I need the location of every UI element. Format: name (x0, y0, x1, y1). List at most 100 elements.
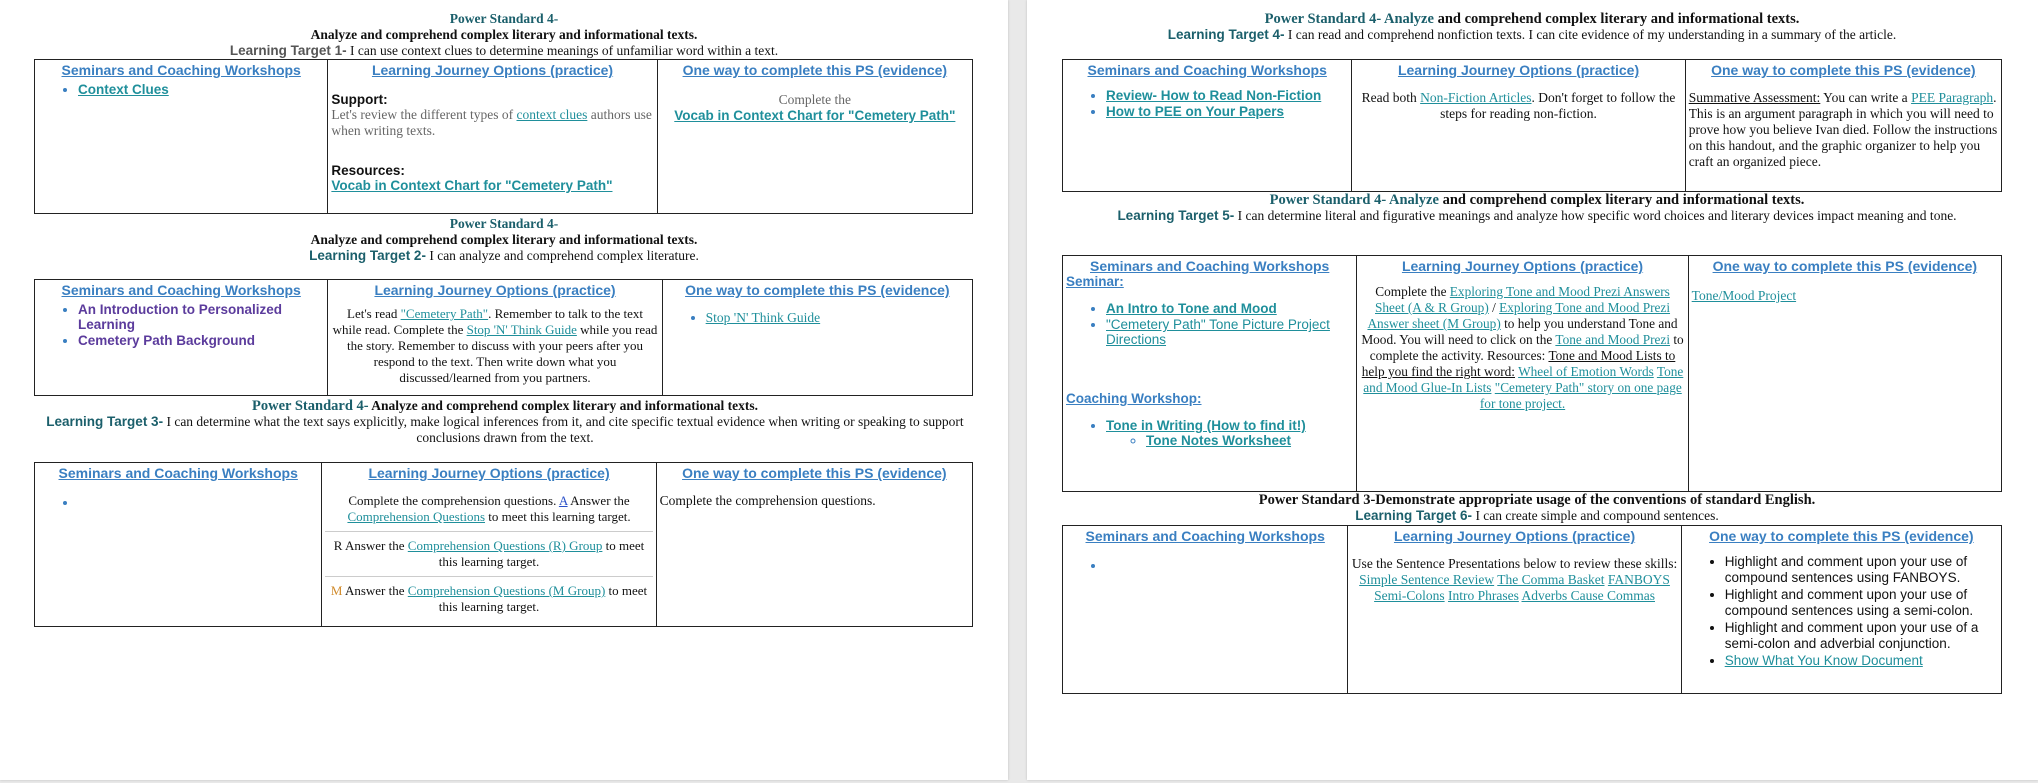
learning-target-label: Learning Target 6- (1355, 508, 1473, 523)
journey-header: Learning Journey Options (practice) (371, 62, 614, 78)
evidence-item: Highlight and comment upon your use of c… (1725, 554, 1998, 586)
seminars-header: Seminars and Coaching Workshops (1087, 62, 1327, 78)
stop-n-think-link[interactable]: Stop 'N' Think Guide (467, 322, 577, 337)
intro-phrases-link[interactable]: Intro Phrases (1448, 588, 1519, 603)
support-label: Support: (331, 92, 388, 107)
fanboys-link[interactable]: FANBOYS (1608, 572, 1670, 587)
empty-bullet (1106, 558, 1344, 574)
pee-paragraph-link[interactable]: PEE Paragraph (1911, 90, 1993, 105)
evidence-header: One way to complete this PS (evidence) (1709, 528, 1974, 544)
section4-heading: Power Standard 4- Analyze and comprehend… (1037, 11, 2027, 43)
wheel-of-emotion-link[interactable]: Wheel of Emotion Words (1518, 364, 1654, 379)
evidence-text: Complete the comprehension questions. (659, 493, 876, 508)
learning-target-text: I can read and comprehend nonfiction tex… (1284, 27, 1897, 42)
vocab-chart-link[interactable]: Vocab in Context Chart for "Cemetery Pat… (331, 178, 653, 193)
journey-header: Learning Journey Options (practice) (1393, 528, 1636, 544)
seminars-header: Seminars and Coaching Workshops (58, 465, 298, 481)
learning-target-label: Learning Target 2- (309, 248, 426, 263)
tone-mood-prezi-link[interactable]: Tone and Mood Prezi (1555, 332, 1670, 347)
context-clues-link-2[interactable]: context clues (517, 107, 588, 122)
comprehension-questions-link[interactable]: Comprehension Questions (347, 509, 485, 524)
seminars-header: Seminars and Coaching Workshops (1090, 258, 1330, 274)
section6-heading: Power Standard 3-Demonstrate appropriate… (1047, 492, 2027, 524)
nonfiction-articles-link[interactable]: Non-Fiction Articles (1420, 90, 1531, 105)
learning-target-text: I can determine literal and figurative m… (1234, 208, 1957, 223)
evidence-text: Complete the (778, 92, 852, 107)
cemetery-story-link[interactable]: "Cemetery Path" story on one page for to… (1480, 380, 1682, 411)
tone-notes-worksheet-link[interactable]: Tone Notes Worksheet (1146, 433, 1291, 448)
a-group-marker: A (558, 493, 568, 508)
summative-assessment-label: Summative Assessment: (1688, 90, 1821, 105)
evidence-header: One way to complete this PS (evidence) (682, 62, 948, 78)
intro-tone-mood-link[interactable]: An Intro to Tone and Mood (1106, 301, 1277, 316)
learning-target-text: I can analyze and comprehend complex lit… (425, 248, 699, 263)
learning-target-text: I can create simple and compound sentenc… (1472, 508, 1719, 523)
review-nonfiction-link[interactable]: Review- How to Read Non-Fiction (1106, 88, 1321, 103)
cemetery-path-background-link[interactable]: Cemetery Path Background (78, 333, 255, 348)
journey-a-group: Complete the comprehension questions. A … (347, 493, 631, 524)
adverbs-cause-commas-link[interactable]: Adverbs Cause Commas (1522, 588, 1655, 603)
journey-text: Complete the Exploring Tone and Mood Pre… (1361, 284, 1684, 411)
learning-target-label: Learning Target 3- (46, 414, 164, 429)
learning-target-label: Learning Target 4- (1167, 27, 1285, 42)
seminars-header: Seminars and Coaching Workshops (61, 282, 301, 298)
resources-label: Resources: (331, 163, 405, 178)
support-text: Let's review the different types of cont… (331, 107, 652, 138)
coaching-label: Coaching Workshop: (1066, 391, 1202, 406)
section6-table: Seminars and Coaching Workshops Learning… (1062, 525, 2002, 694)
journey-text: Read both Non-Fiction Articles. Don't fo… (1361, 90, 1676, 121)
evidence-item: Highlight and comment upon your use of a… (1725, 620, 1998, 652)
intro-personalized-learning-link[interactable]: An Introduction to Personalized Learning (78, 302, 282, 332)
power-standard-title: Power Standard 4- Analyze (1264, 11, 1434, 27)
learning-target-text: I can determine what the text says expli… (163, 414, 964, 445)
journey-text: Use the Sentence Presentations below to … (1351, 556, 1678, 603)
document-page-1: Power Standard 4- Analyze and comprehend… (0, 0, 1008, 780)
section1-table: Seminars and Coaching Workshops Context … (34, 59, 973, 214)
power-standard-title: Power Standard 3-Demonstrate appropriate… (1258, 492, 1816, 508)
power-standard-text: and comprehend complex literary and info… (1433, 11, 1800, 27)
seminar-label: Seminar: (1066, 274, 1124, 289)
evidence-header: One way to complete this PS (evidence) (685, 282, 950, 298)
power-standard-text: Analyze and comprehend complex literary … (368, 398, 758, 413)
section5-heading: Power Standard 4- Analyze and comprehend… (1047, 192, 2027, 224)
journey-header: Learning Journey Options (practice) (1401, 258, 1644, 274)
document-page-2: Power Standard 4- Analyze and comprehend… (1027, 0, 2038, 780)
semi-colons-link[interactable]: Semi-Colons (1374, 588, 1445, 603)
journey-text: Let's read "Cemetery Path". Remember to … (332, 306, 658, 385)
power-standard-text: Analyze and comprehend complex literary … (310, 27, 698, 42)
evidence-header: One way to complete this PS (evidence) (682, 465, 947, 481)
learning-target-label: Learning Target 5- (1117, 208, 1235, 223)
cemetery-path-link[interactable]: "Cemetery Path" (401, 306, 489, 321)
section3-table: Seminars and Coaching Workshops Learning… (34, 462, 973, 627)
simple-sentence-link[interactable]: Simple Sentence Review (1359, 572, 1494, 587)
comprehension-questions-m-link[interactable]: Comprehension Questions (M Group) (408, 583, 606, 598)
evidence-item: Highlight and comment upon your use of c… (1725, 587, 1998, 619)
evidence-header: One way to complete this PS (evidence) (1711, 62, 1976, 78)
power-standard-text: Analyze and comprehend complex literary … (310, 232, 698, 247)
journey-header: Learning Journey Options (practice) (1397, 62, 1640, 78)
tone-picture-project-link[interactable]: "Cemetery Path" Tone Picture Project Dir… (1106, 317, 1330, 347)
m-group-marker: M (330, 583, 343, 598)
power-standard-title: Power Standard 4- Analyze (1269, 192, 1439, 208)
context-clues-link[interactable]: Context Clues (78, 82, 169, 97)
seminars-header: Seminars and Coaching Workshops (1085, 528, 1325, 544)
power-standard-title: Power Standard 4- (449, 11, 559, 26)
stop-n-think-evidence-link[interactable]: Stop 'N' Think Guide (706, 310, 821, 325)
journey-header: Learning Journey Options (practice) (374, 282, 616, 298)
journey-r-group: R Answer the Comprehension Questions (R)… (325, 531, 653, 570)
how-to-pee-link[interactable]: How to PEE on Your Papers (1106, 104, 1284, 119)
show-what-you-know-link[interactable]: Show What You Know Document (1725, 653, 1923, 668)
section3-heading: Power Standard 4- Analyze and comprehend… (40, 398, 970, 446)
journey-header: Learning Journey Options (practice) (368, 465, 610, 481)
tone-mood-project-link[interactable]: Tone/Mood Project (1692, 288, 1998, 304)
journey-m-group: M Answer the Comprehension Questions (M … (325, 576, 653, 615)
learning-target-text: I can use context clues to determine mea… (346, 43, 779, 58)
tone-in-writing-link[interactable]: Tone in Writing (How to find it!) (1106, 418, 1306, 433)
evidence-header: One way to complete this PS (evidence) (1712, 258, 1978, 274)
learning-target-label: Learning Target 1- (229, 43, 347, 58)
vocab-chart-evidence-link[interactable]: Vocab in Context Chart for "Cemetery Pat… (661, 108, 969, 123)
power-standard-text: and comprehend complex literary and info… (1438, 192, 1805, 208)
comma-basket-link[interactable]: The Comma Basket (1497, 572, 1604, 587)
seminars-header: Seminars and Coaching Workshops (61, 62, 301, 78)
comprehension-questions-r-link[interactable]: Comprehension Questions (R) Group (408, 538, 603, 553)
